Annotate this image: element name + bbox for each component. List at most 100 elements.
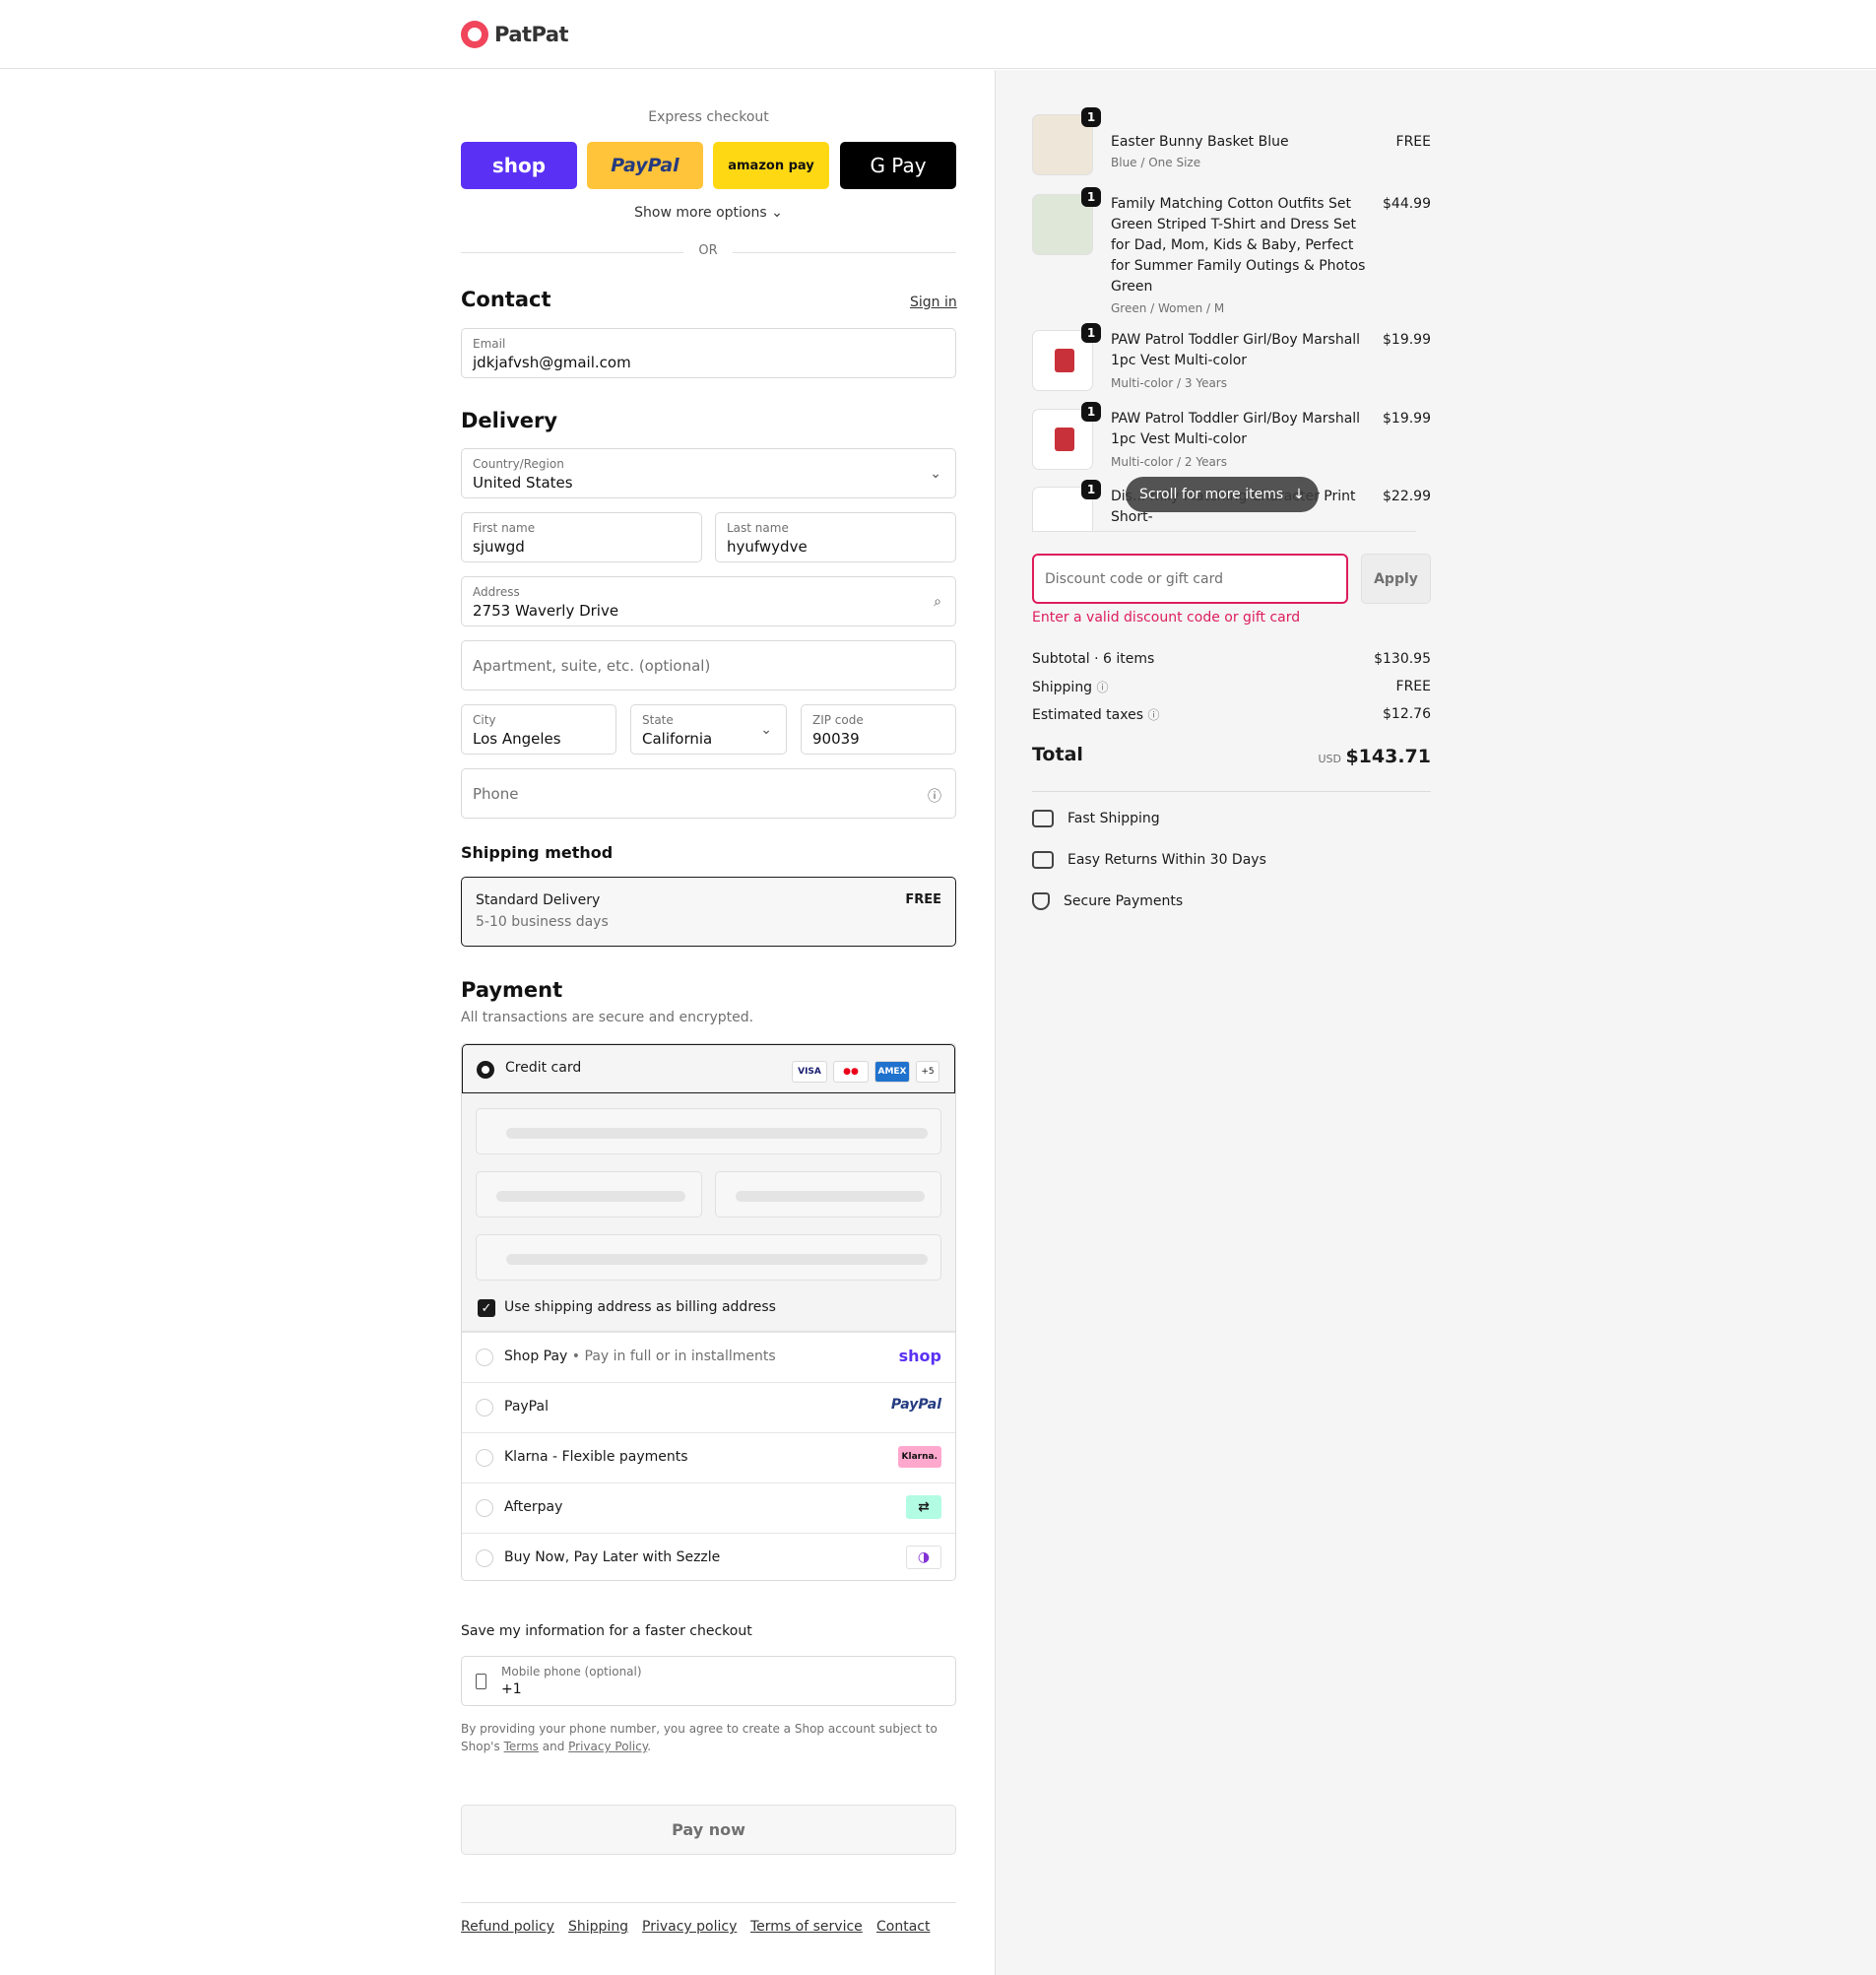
taxes-label: Estimated taxes — [1032, 707, 1144, 723]
sign-in-link[interactable]: Sign in — [910, 295, 957, 310]
perk-label: Easy Returns Within 30 Days — [1067, 852, 1266, 868]
patpat-logo[interactable]: PatPat — [461, 21, 569, 48]
terms-of-service-link[interactable]: Terms of service — [750, 1919, 863, 1935]
perk-fast-shipping: Fast Shipping — [1032, 810, 1160, 827]
help-icon[interactable]: ⓘ — [928, 786, 941, 806]
perk-easy-returns: Easy Returns Within 30 Days — [1032, 851, 1266, 869]
paypal-radio[interactable] — [476, 1399, 493, 1416]
chevron-down-icon: ⌄ — [760, 722, 772, 738]
apply-discount-button[interactable]: Apply — [1361, 554, 1431, 604]
credit-card-radio[interactable] — [477, 1061, 494, 1079]
mobile-phone-label: Mobile phone (optional) — [501, 1665, 642, 1679]
item-variant: Green / Women / M — [1111, 301, 1225, 315]
shipping-method-heading: Shipping method — [461, 843, 614, 862]
help-icon[interactable]: ⓘ — [1147, 708, 1159, 722]
city-field[interactable]: City Los Angeles — [461, 704, 616, 755]
first-name-field[interactable]: First name sjuwgd — [461, 512, 702, 562]
pay-now-label: Pay now — [672, 1820, 745, 1839]
card-number-field[interactable] — [476, 1108, 941, 1154]
shop-pay-option[interactable]: Shop Pay • Pay in full or in installment… — [462, 1332, 955, 1382]
delivery-heading: Delivery — [461, 409, 558, 432]
address-field[interactable]: Address 2753 Waverly Drive ⌕ — [461, 576, 956, 626]
shop-pay-name: Shop Pay — [504, 1349, 568, 1364]
subtotal-row: Subtotal · 6 items $130.95 — [1032, 651, 1431, 667]
paypal-button[interactable]: PayPal — [587, 142, 703, 189]
item-price: FREE — [1395, 134, 1431, 150]
apartment-placeholder: Apartment, suite, etc. (optional) — [473, 657, 711, 675]
currency-label: USD — [1318, 753, 1341, 765]
shop-pay-label: shop — [491, 154, 547, 177]
klarna-radio[interactable] — [476, 1449, 493, 1467]
quantity-badge: 1 — [1081, 480, 1101, 499]
shipping-option-standard[interactable]: Standard Delivery 5-10 business days FRE… — [461, 877, 956, 947]
discount-input[interactable]: Discount code or gift card — [1032, 554, 1348, 604]
scroll-more-pill[interactable]: Scroll for more items ↓ — [1126, 477, 1319, 512]
credit-card-option[interactable]: Credit card VISA ●● AMEX +5 — [462, 1044, 955, 1093]
state-select[interactable]: State California ⌄ — [630, 704, 787, 755]
shop-pay-button[interactable]: shop — [461, 142, 577, 189]
paypal-option-label: PayPal — [504, 1399, 549, 1415]
refund-policy-link[interactable]: Refund policy — [461, 1919, 554, 1935]
klarna-option-label: Klarna - Flexible payments — [504, 1449, 688, 1465]
taxes-row: Estimated taxes ⓘ $12.76 — [1032, 706, 1431, 723]
zip-field[interactable]: ZIP code 90039 — [801, 704, 956, 755]
terms-link[interactable]: Terms — [504, 1740, 539, 1753]
city-value: Los Angeles — [473, 730, 561, 748]
pay-now-button[interactable]: Pay now — [461, 1805, 956, 1855]
amazon-pay-button[interactable]: amazon pay — [713, 142, 829, 189]
shield-check-icon — [1032, 892, 1050, 910]
mobile-phone-field[interactable]: Mobile phone (optional) +1 — [461, 1656, 956, 1706]
discount-placeholder: Discount code or gift card — [1045, 571, 1223, 587]
item-price: $19.99 — [1383, 332, 1431, 348]
perk-secure-payments: Secure Payments — [1032, 892, 1183, 910]
truck-icon — [1032, 810, 1054, 827]
privacy-policy-footer-link[interactable]: Privacy policy — [642, 1919, 737, 1935]
afterpay-option-label: Afterpay — [504, 1499, 563, 1515]
item-price: $44.99 — [1383, 196, 1431, 212]
quantity-badge: 1 — [1081, 402, 1101, 422]
country-select[interactable]: Country/Region United States ⌄ — [461, 448, 956, 498]
show-more-options[interactable]: Show more options ⌄ — [461, 205, 956, 221]
shipping-value: FREE — [1395, 679, 1431, 694]
payment-heading: Payment — [461, 978, 563, 1002]
paypal-option[interactable]: PayPal PayPal — [462, 1382, 955, 1432]
sezzle-radio[interactable] — [476, 1549, 493, 1567]
shipping-row: Shipping ⓘ FREE — [1032, 679, 1431, 695]
contact-link[interactable]: Contact — [876, 1919, 930, 1935]
shipping-link[interactable]: Shipping — [568, 1919, 628, 1935]
afterpay-option[interactable]: Afterpay ⇄ — [462, 1482, 955, 1533]
city-label: City — [473, 713, 496, 727]
quantity-badge: 1 — [1081, 187, 1101, 207]
email-field[interactable]: Email jdkjafvsh@gmail.com — [461, 328, 956, 378]
email-value: jdkjafvsh@gmail.com — [473, 354, 631, 371]
google-pay-button[interactable]: G Pay — [840, 142, 956, 189]
phone-field[interactable]: Phone ⓘ — [461, 768, 956, 819]
header: PatPat — [0, 0, 1876, 69]
last-name-field[interactable]: Last name hyufwydve — [715, 512, 956, 562]
chevron-down-icon: ⌄ — [930, 466, 941, 482]
shop-pay-radio[interactable] — [476, 1349, 493, 1366]
expiry-field[interactable] — [476, 1171, 702, 1218]
billing-same-label: Use shipping address as billing address — [504, 1299, 776, 1315]
afterpay-radio[interactable] — [476, 1499, 493, 1517]
apartment-field[interactable]: Apartment, suite, etc. (optional) — [461, 640, 956, 691]
billing-checkbox[interactable]: ✓ — [478, 1299, 495, 1317]
privacy-policy-link[interactable]: Privacy Policy — [568, 1740, 647, 1753]
total-value: $143.71 — [1345, 746, 1431, 767]
taxes-value: $12.76 — [1383, 706, 1431, 722]
first-name-label: First name — [473, 521, 536, 535]
sezzle-option[interactable]: Buy Now, Pay Later with Sezzle ◑ — [462, 1533, 955, 1580]
amazon-pay-label: amazon pay — [728, 158, 814, 173]
footer-divider — [461, 1902, 956, 1903]
legal-text-2: Shop's — [461, 1740, 500, 1753]
country-value: United States — [473, 474, 573, 492]
name-on-card-field[interactable] — [476, 1234, 941, 1281]
zip-value: 90039 — [812, 730, 860, 748]
security-code-field[interactable] — [715, 1171, 941, 1218]
help-icon[interactable]: ⓘ — [1097, 681, 1109, 694]
klarna-option[interactable]: Klarna - Flexible payments Klarna. — [462, 1432, 955, 1482]
cart-items-list[interactable]: 1 Easter Bunny Basket Blue Blue / One Si… — [1032, 106, 1431, 532]
state-value: California — [642, 730, 713, 748]
paypal-logo: PayPal — [890, 1397, 941, 1413]
item-variant: Multi-color / 2 Years — [1111, 455, 1227, 469]
